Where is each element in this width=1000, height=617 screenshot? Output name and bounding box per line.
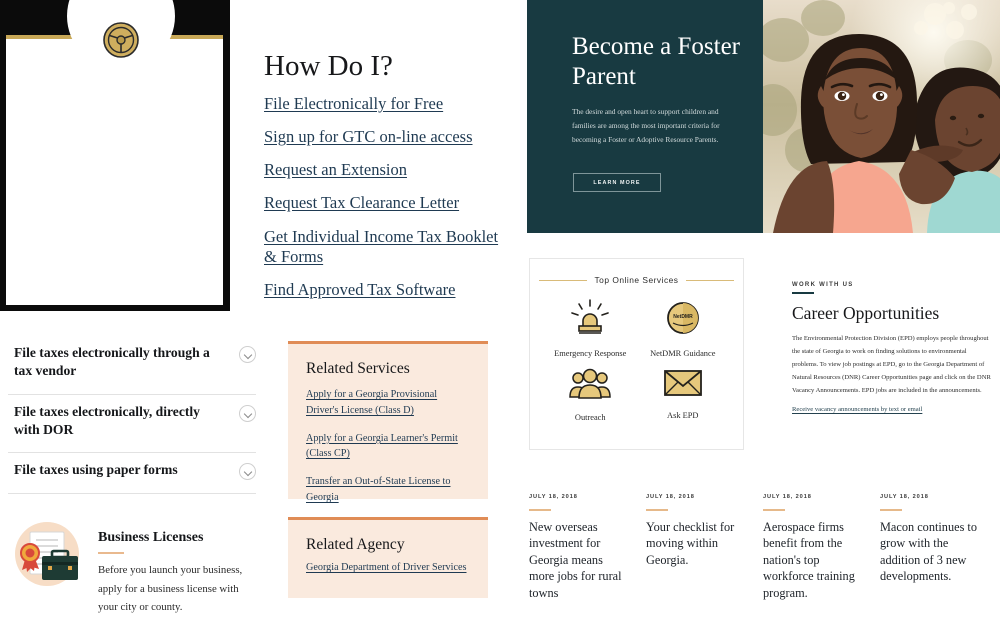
news-row: JULY 18, 2018 New overseas investment fo… (529, 494, 999, 602)
foster-parent-hero: Become a Foster Parent The desire and op… (527, 0, 1000, 233)
hdi-link-individual-income-tax-booklet[interactable]: Get Individual Income Tax Booklet & Form… (264, 227, 504, 267)
news-date: JULY 18, 2018 (763, 494, 812, 500)
news-card[interactable]: JULY 18, 2018 Your checklist for moving … (646, 494, 763, 602)
top-online-services-header: Top Online Services (530, 275, 743, 285)
accordion-label: File taxes electronically, directly with… (14, 403, 200, 438)
chevron-down-icon[interactable] (239, 463, 256, 481)
service-label: Outreach (574, 413, 606, 423)
top-online-services-grid: Emergency Response NetDMR NetDMR Guidanc… (530, 299, 743, 424)
people-group-icon (569, 367, 612, 406)
news-date: JULY 18, 2018 (880, 494, 929, 500)
envelope-icon (662, 367, 704, 404)
chevron-down-icon[interactable] (239, 346, 256, 363)
news-card[interactable]: JULY 18, 2018 Aerospace firms benefit fr… (763, 494, 880, 602)
hdi-link-request-tax-clearance-letter[interactable]: Request Tax Clearance Letter (264, 193, 504, 213)
chevron-down-icon[interactable] (239, 404, 256, 422)
related-services-link-transfer-out-of-state[interactable]: Transfer an Out-of-State License to Geor… (306, 474, 470, 506)
accordion-item-tax-vendor[interactable]: File taxes electronically through a tax … (8, 340, 256, 395)
page-root: Motor Vehicles Get a Georgia Title Regis… (0, 0, 1000, 613)
top-online-services-card: Top Online Services Emergency Response N… (529, 258, 744, 450)
news-date: JULY 18, 2018 (529, 494, 578, 500)
career-title: Career Opportunities (792, 302, 940, 323)
accordion-label: File taxes using paper forms (14, 462, 178, 478)
hero-body-text: The desire and open heart to support chi… (572, 107, 720, 145)
top-online-services-title: Top Online Services (594, 275, 679, 285)
divider-right (686, 279, 735, 281)
service-tile-emergency-response[interactable]: Emergency Response (544, 299, 637, 359)
related-services-link-provisional-license[interactable]: Apply for a Georgia Provisional Driver's… (306, 387, 470, 419)
divider-left (538, 279, 587, 281)
news-divider (529, 509, 551, 511)
news-date: JULY 18, 2018 (646, 494, 695, 500)
service-label: NetDMR Guidance (650, 349, 716, 358)
emergency-beacon-icon (570, 299, 610, 342)
how-do-i-section: How Do I? File Electronically for Free S… (264, 50, 504, 313)
news-divider (880, 509, 902, 511)
motor-vehicles-card (6, 35, 223, 305)
hdi-link-file-electronically-for-free[interactable]: File Electronically for Free (264, 94, 504, 114)
related-services-link-learners-permit[interactable]: Apply for a Georgia Learner's Permit (Cl… (306, 431, 470, 463)
service-tile-outreach[interactable]: Outreach (544, 367, 637, 423)
related-services-title: Related Services (306, 360, 410, 377)
hdi-link-sign-up-for-gtc[interactable]: Sign up for GTC on-line access (264, 127, 504, 147)
news-card[interactable]: JULY 18, 2018 Macon continues to grow wi… (880, 494, 997, 602)
business-licenses-divider (98, 552, 124, 554)
related-agency-title: Related Agency (306, 536, 405, 553)
svg-text:NetDMR: NetDMR (673, 314, 693, 320)
related-services-panel: Related Services Apply for a Georgia Pro… (288, 341, 488, 503)
news-title: New overseas investment for Georgia mean… (529, 519, 622, 600)
hero-headline: Become a Foster Parent (572, 33, 741, 90)
business-licenses-block: Business Licenses Before you launch your… (8, 512, 258, 617)
service-label: Ask EPD (667, 411, 699, 421)
steering-wheel-icon (101, 20, 141, 60)
hero-learn-more-button[interactable]: LEARN MORE (573, 173, 661, 192)
accordion-item-directly-with-dor[interactable]: File taxes electronically, directly with… (8, 395, 256, 454)
business-licenses-description: Before you launch your business, apply f… (98, 564, 243, 614)
hdi-link-request-an-extension[interactable]: Request an Extension (264, 160, 504, 180)
service-tile-ask-epd[interactable]: Ask EPD (637, 367, 730, 423)
service-tile-netdmr-guidance[interactable]: NetDMR NetDMR Guidance (637, 299, 730, 359)
tax-filing-accordion: File taxes electronically through a tax … (8, 340, 256, 495)
business-licenses-text-block: Business Licenses Before you launch your… (98, 512, 258, 617)
two-girls-outdoors-photo (763, 0, 1000, 233)
related-agency-panel: Related Agency Georgia Department of Dri… (288, 517, 488, 598)
career-body-text: The Environmental Protection Division (E… (792, 334, 991, 395)
career-opportunities-section: WORK WITH US Career Opportunities The En… (792, 282, 994, 416)
hdi-link-find-approved-tax-software[interactable]: Find Approved Tax Software (264, 280, 504, 300)
service-label: Emergency Response (554, 349, 627, 358)
briefcase-document-ribbon-illustration (8, 512, 86, 590)
career-vacancy-link[interactable]: Receive vacancy announcements by text or… (792, 406, 922, 413)
related-agency-link-dds[interactable]: Georgia Department of Driver Services (306, 560, 470, 576)
career-divider (792, 292, 814, 294)
accordion-item-paper-forms[interactable]: File taxes using paper forms (8, 453, 256, 495)
accordion-label: File taxes electronically through a tax … (14, 345, 210, 379)
news-card[interactable]: JULY 18, 2018 New overseas investment fo… (529, 494, 646, 602)
career-eyebrow: WORK WITH US (792, 282, 854, 288)
news-divider (646, 509, 668, 511)
news-title: Macon continues to grow with the additio… (880, 519, 977, 584)
news-title: Your checklist for moving within Georgia… (646, 519, 735, 567)
business-licenses-title: Business Licenses (98, 530, 204, 545)
news-divider (763, 509, 785, 511)
news-title: Aerospace firms benefit from the nation'… (763, 519, 855, 600)
netdmr-circle-icon: NetDMR (663, 299, 703, 342)
how-do-i-title: How Do I? (264, 50, 393, 82)
